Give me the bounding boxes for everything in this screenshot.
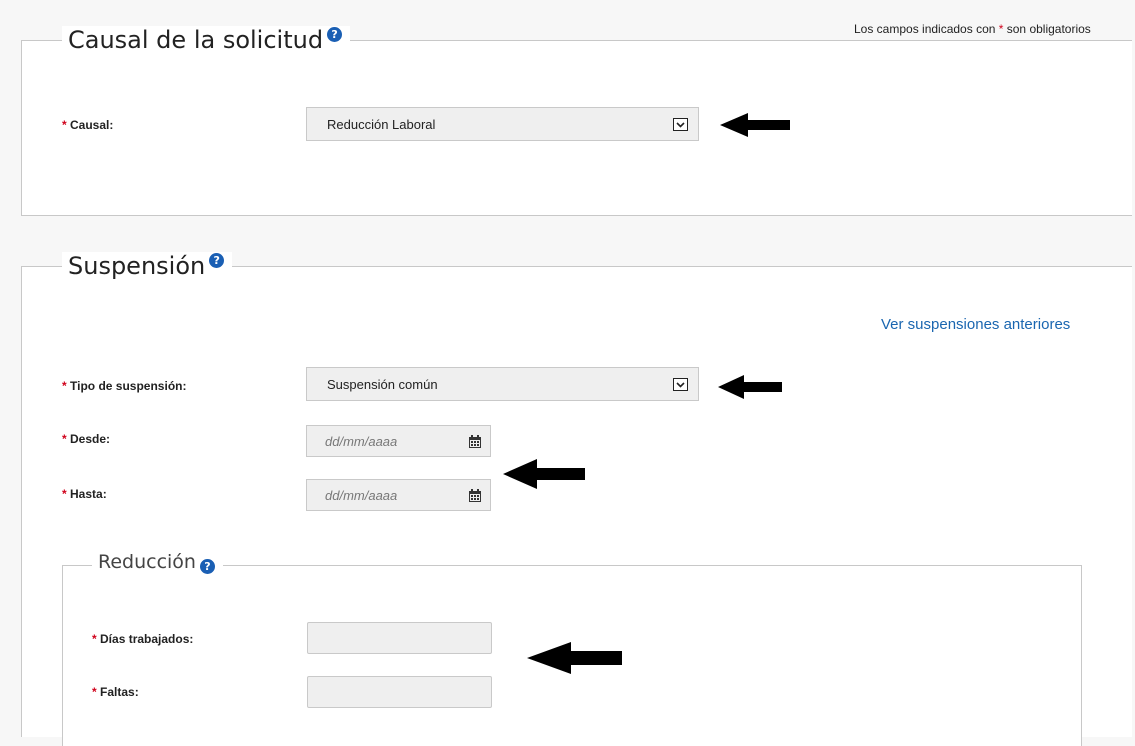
hasta-date-input[interactable]: dd/mm/aaaa: [306, 479, 491, 511]
causal-label: * Causal:: [62, 118, 114, 132]
required-fields-note: Los campos indicados con * son obligator…: [854, 22, 1091, 36]
arrow-left-icon: [720, 113, 790, 137]
dias-trabajados-input[interactable]: [307, 622, 492, 654]
arrow-left-icon: [503, 459, 585, 489]
arrow-left-icon: [527, 642, 622, 674]
chevron-down-icon: [673, 118, 688, 131]
calendar-icon[interactable]: [468, 435, 482, 449]
causal-section-title: Causal de la solicitud ?: [62, 26, 351, 54]
suspension-section-title: Suspensión ?: [62, 252, 233, 280]
help-icon[interactable]: ?: [199, 559, 215, 574]
faltas-input[interactable]: [307, 676, 492, 708]
previous-suspensions-link[interactable]: Ver suspensiones anteriores: [881, 316, 1070, 333]
causal-select[interactable]: Reducción Laboral: [306, 107, 699, 141]
help-icon[interactable]: ?: [209, 253, 225, 268]
calendar-icon[interactable]: [468, 489, 482, 503]
reduccion-section-title: Reducción ?: [92, 551, 223, 574]
hasta-label: * Hasta:: [62, 487, 107, 501]
desde-label: * Desde:: [62, 432, 111, 446]
help-icon[interactable]: ?: [327, 27, 343, 42]
arrow-left-icon: [718, 375, 782, 399]
tipo-suspension-label: * Tipo de suspensión:: [62, 379, 187, 393]
tipo-suspension-select[interactable]: Suspensión común: [306, 367, 699, 401]
faltas-label: * Faltas:: [92, 685, 139, 699]
dias-trabajados-label: * Días trabajados:: [92, 632, 194, 646]
chevron-down-icon: [673, 378, 688, 391]
desde-date-input[interactable]: dd/mm/aaaa: [306, 425, 491, 457]
